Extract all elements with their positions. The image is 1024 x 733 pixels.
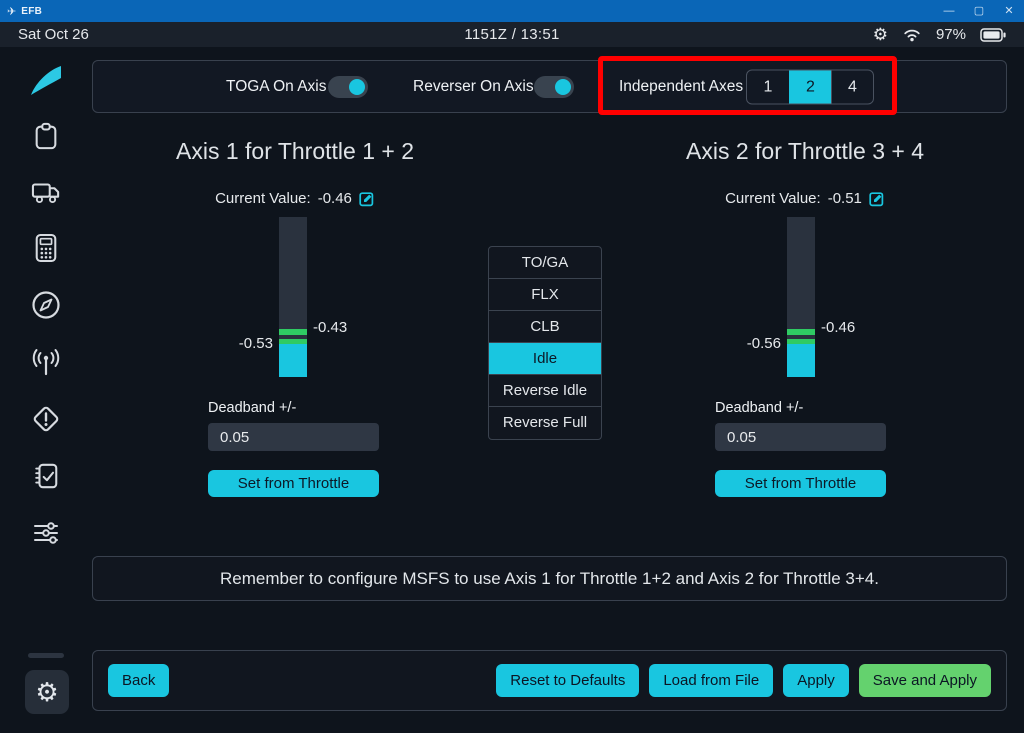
toggle-knob	[555, 79, 571, 95]
axis1-deadband-input[interactable]	[208, 423, 379, 451]
toga-on-axis-label: TOGA On Axis	[226, 78, 327, 96]
apply-button[interactable]: Apply	[783, 664, 849, 697]
app-plane-icon: ✈	[7, 5, 16, 18]
compass-icon	[31, 290, 61, 320]
warning-diamond-icon	[31, 404, 61, 434]
sidebar-item-atc[interactable]	[31, 347, 61, 377]
axis1-value-fill	[279, 344, 307, 377]
clipboard-icon	[32, 121, 60, 151]
footer-actions: Back Reset to Defaults Load from File Ap…	[92, 650, 1007, 711]
axis2-value-fill	[787, 344, 815, 377]
detent-reverse-idle[interactable]: Reverse Idle	[489, 375, 601, 407]
axes-option-2-selected[interactable]: 2	[789, 70, 831, 103]
efb-window: ✈ EFB — ▢ ✕ Sat Oct 26 1151Z / 13:51 ⚙ 9…	[0, 0, 1024, 733]
axis1-deadband-block: Deadband +/- Set from Throttle	[208, 400, 379, 497]
save-and-apply-button[interactable]: Save and Apply	[859, 664, 991, 697]
axis1-current-value-label: Current Value:	[215, 190, 311, 207]
axis2-deadband-label: Deadband +/-	[715, 400, 886, 416]
axis1-title: Axis 1 for Throttle 1 + 2	[130, 138, 460, 165]
edit-icon[interactable]	[869, 191, 885, 207]
flybywire-logo-icon	[28, 64, 64, 98]
detent-toga[interactable]: TO/GA	[489, 247, 601, 279]
msfs-note-text: Remember to configure MSFS to use Axis 1…	[220, 569, 879, 589]
reverser-on-axis-toggle[interactable]	[534, 76, 574, 98]
axis1-slider[interactable]: -0.53 -0.43	[279, 217, 307, 377]
sliders-icon	[31, 518, 61, 548]
axis1-current-value: Current Value: -0.46	[130, 190, 460, 207]
load-from-file-button[interactable]: Load from File	[649, 664, 773, 697]
axis1-low-label: -0.53	[239, 335, 273, 352]
axis1-deadband-label: Deadband +/-	[208, 400, 379, 416]
axis2-high-label: -0.46	[821, 319, 855, 336]
axis1-current-value-number: -0.46	[318, 190, 352, 207]
axis1-set-from-throttle-button[interactable]: Set from Throttle	[208, 470, 379, 497]
axis2-current-value: Current Value: -0.51	[640, 190, 970, 207]
axes-option-1[interactable]: 1	[747, 70, 789, 103]
axis2-deadband-input[interactable]	[715, 423, 886, 451]
sidebar-item-navigation[interactable]	[31, 290, 61, 320]
statusbar-clock: 1151Z / 13:51	[0, 26, 1024, 43]
detent-idle-selected[interactable]: Idle	[489, 343, 601, 375]
checklist-icon	[32, 461, 60, 491]
axis2-low-label: -0.56	[747, 335, 781, 352]
axis2-title: Axis 2 for Throttle 3 + 4	[640, 138, 970, 165]
detent-flx[interactable]: FLX	[489, 279, 601, 311]
sidebar-divider	[28, 653, 64, 658]
toggle-knob	[349, 79, 365, 95]
axis2-slider[interactable]: -0.56 -0.46	[787, 217, 815, 377]
reset-to-defaults-button[interactable]: Reset to Defaults	[496, 664, 639, 697]
sidebar-item-dispatch[interactable]	[31, 121, 61, 151]
detent-range-stripe	[787, 329, 815, 335]
axis2-current-value-number: -0.51	[828, 190, 862, 207]
sidebar-item-dashboard[interactable]	[28, 64, 64, 98]
close-button[interactable]: ✕	[994, 0, 1024, 22]
calculator-icon	[33, 233, 59, 263]
msfs-note-panel: Remember to configure MSFS to use Axis 1…	[92, 556, 1007, 601]
sidebar-item-performance[interactable]	[31, 233, 61, 263]
independent-axes-label: Independent Axes	[619, 78, 743, 96]
statusbar: Sat Oct 26 1151Z / 13:51 ⚙ 97%	[0, 22, 1024, 47]
back-button[interactable]: Back	[108, 664, 169, 697]
axis2-deadband-block: Deadband +/- Set from Throttle	[715, 400, 886, 497]
sidebar-item-presets[interactable]	[31, 518, 61, 548]
edit-icon[interactable]	[359, 191, 375, 207]
detent-reverse-full[interactable]: Reverse Full	[489, 407, 601, 439]
sidebar-item-failures[interactable]	[31, 404, 61, 434]
antenna-broadcast-icon	[31, 347, 61, 377]
settings-gear-icon: ⚙	[35, 679, 58, 705]
independent-axes-selector: 1 2 4	[746, 69, 874, 104]
axis2-set-from-throttle-button[interactable]: Set from Throttle	[715, 470, 886, 497]
reverser-on-axis-label: Reverser On Axis	[413, 78, 534, 96]
minimize-button[interactable]: —	[934, 0, 964, 22]
os-titlebar: ✈ EFB — ▢ ✕	[0, 0, 1024, 22]
truck-icon	[31, 178, 61, 206]
sidebar-item-settings-active[interactable]: ⚙	[25, 670, 69, 714]
detent-range-stripe	[279, 329, 307, 335]
sidebar-item-checklists[interactable]	[31, 461, 61, 491]
axis2-current-value-label: Current Value:	[725, 190, 821, 207]
toga-on-axis-toggle[interactable]	[328, 76, 368, 98]
maximize-button[interactable]: ▢	[964, 0, 994, 22]
sidebar-item-ground[interactable]	[31, 177, 61, 207]
window-title: EFB	[21, 6, 42, 17]
detent-clb[interactable]: CLB	[489, 311, 601, 343]
axes-option-4[interactable]: 4	[831, 70, 873, 103]
detent-list: TO/GA FLX CLB Idle Reverse Idle Reverse …	[488, 246, 602, 440]
axis1-high-label: -0.43	[313, 319, 347, 336]
throttle-options-panel: TOGA On Axis Reverser On Axis Independen…	[92, 60, 1007, 113]
